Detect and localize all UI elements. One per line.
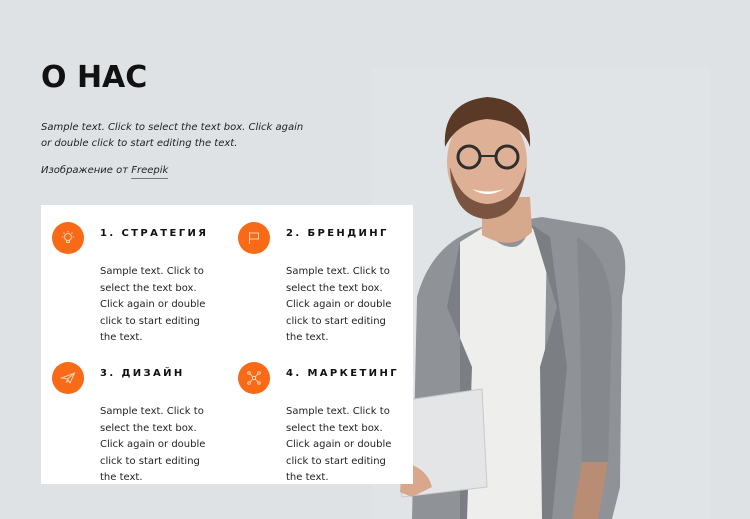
lightbulb-icon — [52, 222, 84, 254]
feature-text[interactable]: Sample text. Click to select the text bo… — [100, 264, 218, 347]
feature-text[interactable]: Sample text. Click to select the text bo… — [286, 264, 404, 347]
man-with-laptop-illustration — [393, 97, 626, 519]
paper-plane-icon — [52, 362, 84, 394]
image-credit: Изображение от Freepik — [41, 165, 169, 179]
feature-title: 2. БРЕНДИНГ — [286, 228, 389, 239]
flag-icon — [238, 222, 270, 254]
feature-title: 1. СТРАТЕГИЯ — [100, 228, 209, 239]
credit-prefix: Изображение от — [41, 165, 132, 176]
features-card: 1. СТРАТЕГИЯ Sample text. Click to selec… — [41, 205, 413, 484]
feature-text[interactable]: Sample text. Click to select the text bo… — [100, 404, 218, 487]
intro-text[interactable]: Sample text. Click to select the text bo… — [41, 120, 306, 152]
feature-title: 3. ДИЗАЙН — [100, 368, 185, 379]
page-title: О НАС — [41, 60, 148, 95]
feature-text[interactable]: Sample text. Click to select the text bo… — [286, 404, 404, 487]
freepik-link[interactable]: Freepik — [131, 165, 169, 179]
feature-title: 4. МАРКЕТИНГ — [286, 368, 399, 379]
hero-photo — [372, 67, 710, 519]
network-icon — [238, 362, 270, 394]
